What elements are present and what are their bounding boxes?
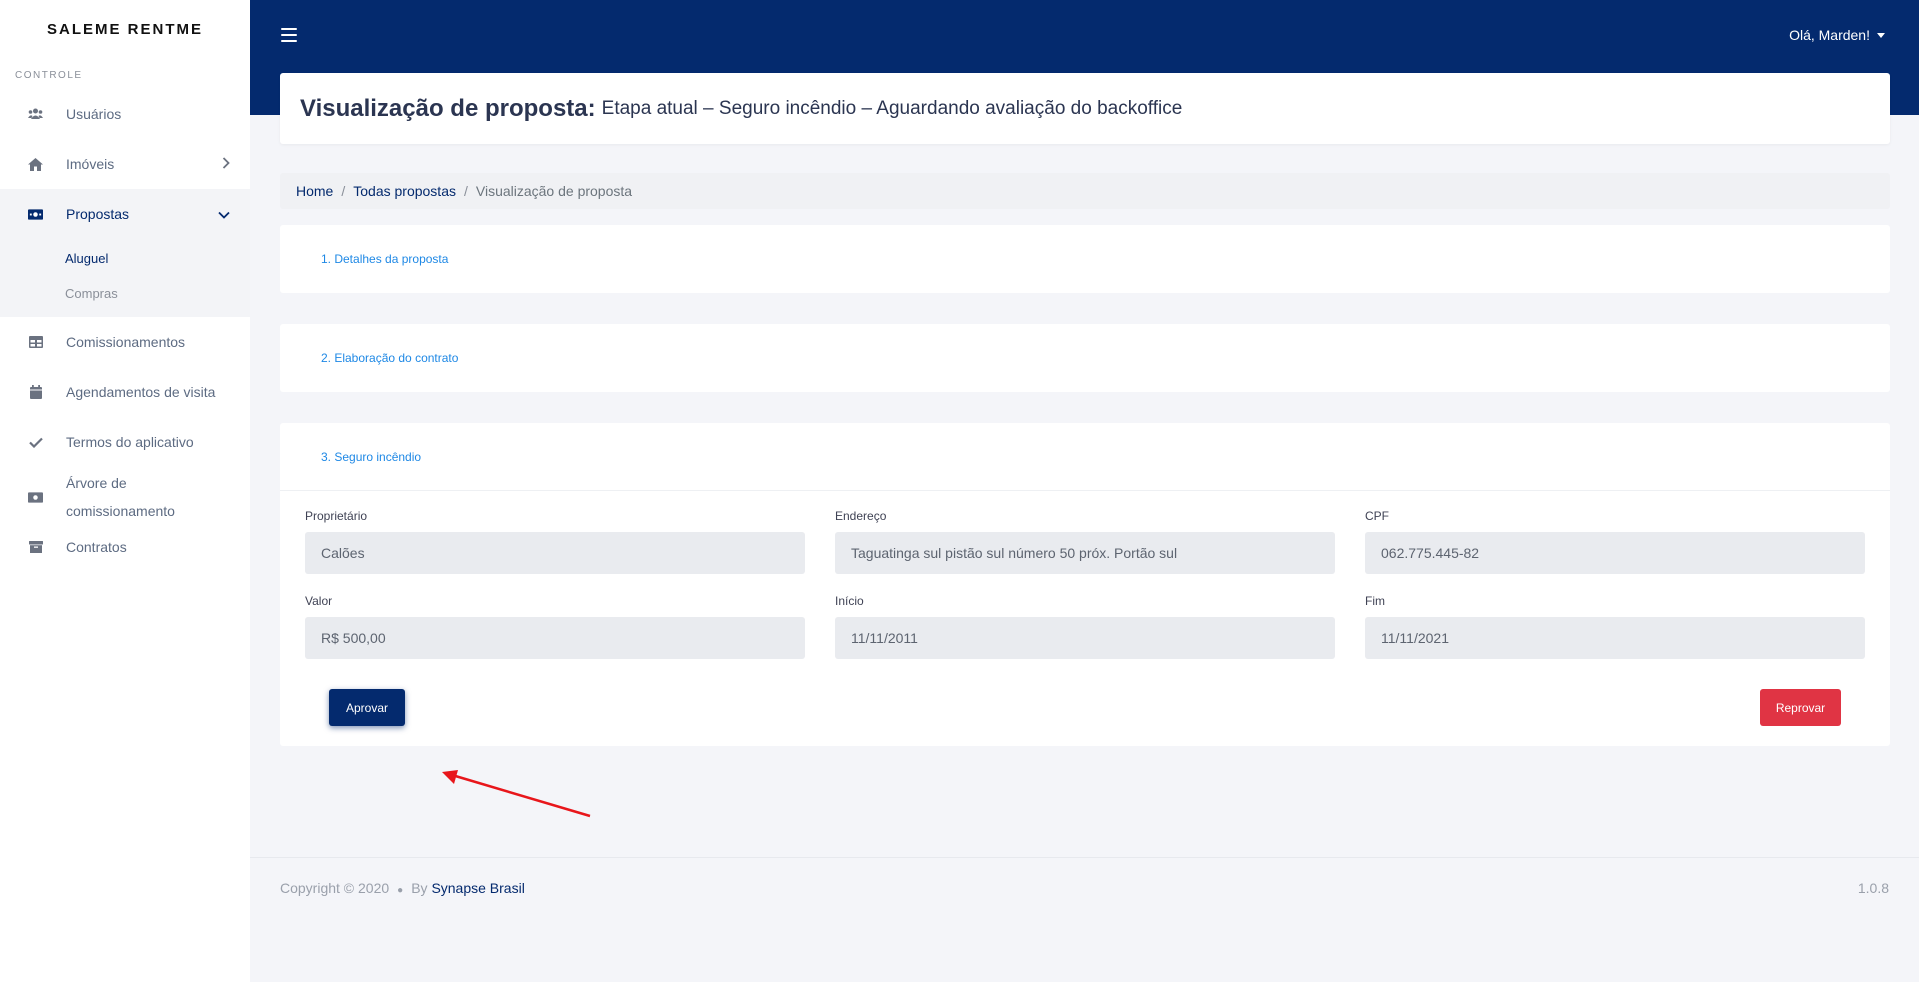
seguro-form: Proprietário Calões Endereço Taguatinga …	[280, 491, 1890, 746]
main-content: Visualização de proposta: Etapa atual – …	[280, 73, 1890, 746]
page-subtitle: Etapa atual – Seguro incêndio – Aguardan…	[601, 97, 1183, 119]
sidebar: SALEME RENTME CONTROLE Usuários Imóveis …	[0, 0, 250, 982]
sidebar-item-arvore[interactable]: Árvore de comissionamento	[0, 467, 250, 527]
sidebar-item-label: Termos do aplicativo	[66, 434, 194, 450]
chevron-right-icon	[222, 156, 230, 172]
sidebar-section-label: CONTROLE	[15, 70, 83, 81]
breadcrumb-separator: /	[463, 183, 468, 199]
field-label: Fim	[1365, 594, 1385, 608]
field-label: Início	[835, 594, 864, 608]
endereco-input[interactable]: Taguatinga sul pistão sul número 50 próx…	[835, 532, 1335, 574]
submenu-item-aluguel[interactable]: Aluguel	[65, 241, 250, 276]
sidebar-item-label: Comissionamentos	[66, 334, 186, 350]
field-label: Proprietário	[305, 509, 368, 523]
field-valor: Valor R$ 500,00	[305, 594, 805, 659]
brand-logo[interactable]: SALEME RENTME	[0, 0, 250, 58]
fim-input[interactable]: 11/11/2021	[1365, 617, 1865, 659]
field-cpf: CPF 062.775.445-82	[1365, 509, 1865, 574]
approve-button[interactable]: Aprovar	[329, 689, 405, 726]
sidebar-item-contratos[interactable]: Contratos	[0, 527, 250, 567]
hamburger-menu-icon[interactable]	[281, 28, 297, 42]
field-label: CPF	[1365, 509, 1389, 523]
sidebar-item-label: Usuários	[66, 106, 122, 122]
footer-copyright: Copyright © 2020 ● By Synapse Brasil	[280, 880, 525, 896]
breadcrumb-separator: /	[341, 183, 346, 199]
breadcrumb-home[interactable]: Home	[296, 183, 333, 199]
user-menu-dropdown[interactable]: Olá, Marden!	[1789, 27, 1885, 43]
check-icon	[28, 435, 43, 450]
step-toggle-contrato[interactable]: 2. Elaboração do contrato	[280, 324, 1890, 392]
field-fim: Fim 11/11/2021	[1365, 594, 1865, 659]
sidebar-item-label: Imóveis	[66, 156, 115, 172]
sidebar-item-agendamentos[interactable]: Agendamentos de visita	[0, 367, 250, 417]
sidebar-item-usuarios[interactable]: Usuários	[0, 89, 250, 139]
propostas-submenu: Aluguel Compras	[0, 239, 250, 317]
field-endereco: Endereço Taguatinga sul pistão sul númer…	[835, 509, 1335, 574]
sidebar-item-termos[interactable]: Termos do aplicativo	[0, 417, 250, 467]
step-card-seguro: 3. Seguro incêndio Proprietário Calões E…	[280, 423, 1890, 746]
user-greeting: Olá, Marden!	[1789, 27, 1870, 43]
cpf-input[interactable]: 062.775.445-82	[1365, 532, 1865, 574]
synapse-link[interactable]: Synapse Brasil	[431, 880, 524, 896]
step-card-detalhes: 1. Detalhes da proposta	[280, 225, 1890, 293]
inicio-input[interactable]: 11/11/2011	[835, 617, 1335, 659]
sidebar-item-label: Agendamentos de visita	[66, 384, 216, 400]
sidebar-item-propostas[interactable]: Propostas	[0, 189, 250, 239]
step-toggle-seguro[interactable]: 3. Seguro incêndio	[280, 423, 1890, 491]
page-header: Visualização de proposta: Etapa atual – …	[280, 73, 1890, 144]
users-icon	[28, 107, 43, 122]
dot-separator: ●	[397, 884, 404, 896]
field-inicio: Início 11/11/2011	[835, 594, 1335, 659]
home-icon	[28, 157, 43, 172]
archive-icon	[28, 540, 43, 555]
valor-input[interactable]: R$ 500,00	[305, 617, 805, 659]
step-toggle-detalhes[interactable]: 1. Detalhes da proposta	[280, 225, 1890, 293]
step-card-contrato: 2. Elaboração do contrato	[280, 324, 1890, 392]
submenu-item-compras[interactable]: Compras	[65, 276, 250, 311]
calendar-icon	[28, 385, 43, 400]
proprietario-input[interactable]: Calões	[305, 532, 805, 574]
sidebar-item-label: Árvore de comissionamento	[66, 475, 175, 519]
form-actions: Aprovar Reprovar	[305, 659, 1865, 726]
money-bill-icon	[28, 207, 43, 222]
field-label: Endereço	[835, 509, 887, 523]
by-text: By	[411, 879, 428, 896]
copyright-text: Copyright © 2020	[280, 879, 390, 896]
field-proprietario: Proprietário Calões	[305, 509, 805, 574]
sidebar-item-comissionamentos[interactable]: Comissionamentos	[0, 317, 250, 367]
breadcrumb-current: Visualização de proposta	[475, 183, 633, 199]
page-title: Visualização de proposta:	[300, 94, 596, 122]
table-icon	[28, 335, 43, 350]
money-bill-icon	[28, 490, 43, 505]
breadcrumb-todas-propostas[interactable]: Todas propostas	[353, 183, 456, 199]
chevron-down-icon	[218, 206, 230, 222]
version-label: 1.0.8	[1857, 879, 1889, 896]
breadcrumb: Home / Todas propostas / Visualização de…	[280, 173, 1890, 209]
sidebar-item-label: Contratos	[66, 539, 127, 555]
sidebar-item-imoveis[interactable]: Imóveis	[0, 139, 250, 189]
sidebar-item-label: Propostas	[66, 206, 130, 222]
caret-down-icon	[1877, 32, 1885, 38]
footer: Copyright © 2020 ● By Synapse Brasil 1.0.8	[250, 857, 1919, 917]
reject-button[interactable]: Reprovar	[1760, 689, 1841, 726]
field-label: Valor	[305, 594, 333, 608]
